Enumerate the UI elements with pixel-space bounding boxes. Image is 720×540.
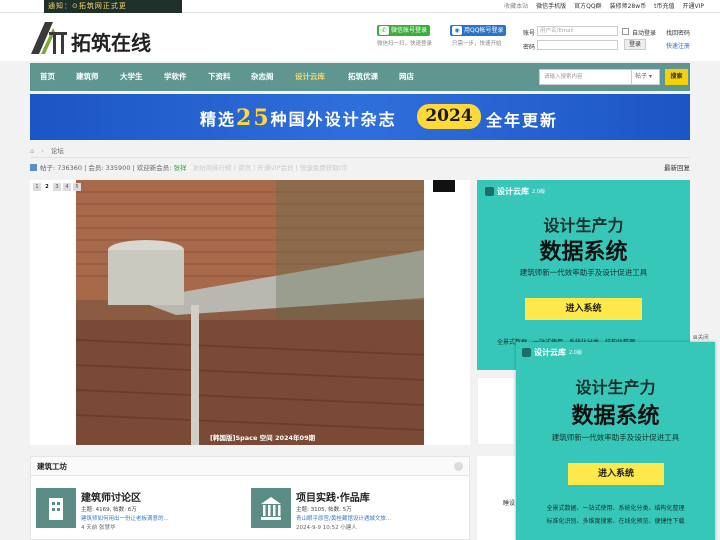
banner-year: 2024 (417, 104, 481, 129)
slide-caption[interactable]: [韩国版]Space 空间 2024年09期 (210, 432, 315, 442)
ad-headline: 设计生产力 (543, 216, 624, 235)
forum-stats: 帖子: 736360 | 会员: 335900 | 欢迎新会员: 张祥 发帖周排… (30, 162, 690, 175)
banner-mid: 种国外设计杂志 (270, 110, 397, 129)
site-logo-text[interactable]: 拓筑在线 (71, 27, 151, 56)
nav-student[interactable]: 大学生 (120, 63, 143, 91)
link-qq-group[interactable]: 官方QQ群 (574, 0, 601, 13)
ad-headline: 设计生产力 (575, 378, 656, 397)
page-dot[interactable]: 4 (63, 183, 71, 191)
link-recharge[interactable]: t币充值 (654, 0, 674, 13)
register-link[interactable]: 快速注册 (666, 41, 690, 50)
breadcrumb-current[interactable]: 论坛 (51, 147, 64, 155)
nav-downloads[interactable]: 下资料 (208, 63, 231, 91)
page-dot[interactable]: 5 (73, 183, 81, 191)
temple-icon[interactable] (251, 488, 291, 528)
ad-enter-button[interactable]: 进入系统 (568, 463, 664, 485)
stats-text: 帖子: 736360 | 会员: 335900 | 欢迎新会员: (40, 164, 174, 172)
board-last-post: 4 天前 张慧华 (81, 525, 116, 531)
search-scope-select[interactable]: 帖子 ▾ (631, 70, 659, 84)
wechat-icon: ✆ (379, 26, 389, 35)
page-dot-active[interactable]: 2 (43, 183, 51, 191)
ad-subheadline: 数据系统 (571, 403, 660, 429)
ad-tagline: 建筑师新一代效率助手及设计促进工具 (551, 433, 680, 442)
account-label: 账号 (523, 30, 536, 37)
password-label: 密码 (523, 44, 536, 51)
auto-login-label: 自动登录 (632, 30, 657, 37)
ad-brand: 设计云库 (534, 348, 566, 357)
nav-architect[interactable]: 建筑师 (76, 63, 99, 91)
slide-corner-mark (433, 180, 455, 192)
auto-login-checkbox[interactable] (622, 28, 629, 35)
board-title[interactable]: 建筑师讨论区 (81, 489, 141, 504)
building-icon[interactable] (36, 488, 76, 528)
link-vip[interactable]: 开通VIP (683, 0, 705, 13)
banner-number: 25 (236, 105, 271, 131)
chevron-down-icon: ▾ (648, 73, 652, 80)
home-icon[interactable]: ⌂ (30, 147, 34, 155)
link-coins[interactable]: 装修师28w币 (610, 0, 647, 13)
ad-version: 2.0版 (569, 350, 582, 356)
banner-tail: 全年更新 (486, 111, 559, 130)
sidebar-label: 睡设 (503, 500, 516, 507)
find-password-link[interactable]: 找回密码 (666, 28, 690, 37)
featured-slideshow[interactable]: 1 2 3 4 5 [韩国版]Space 空间 2024年09期 (30, 180, 470, 445)
page-dot[interactable]: 3 (53, 183, 61, 191)
wechat-login-hint: 微信扫一扫，快速登录 (377, 41, 433, 47)
nav-courses[interactable]: 拓筑优课 (348, 63, 378, 91)
promo-banner[interactable]: 精选25种国外设计杂志 2024 全年更新 (30, 94, 690, 140)
sidebar-placeholder (477, 377, 515, 445)
nav-magazines[interactable]: 杂志阁 (251, 63, 274, 91)
stats-chart-icon (30, 164, 37, 171)
slideshow-pager: 1 2 3 4 5 (33, 183, 81, 191)
board-last-thread[interactable]: 建筑师如何用出一份让老板满意的... (81, 514, 169, 522)
wechat-login-button[interactable]: ✆ 微信账号登录 (377, 25, 431, 36)
breadcrumb-sep: › (41, 147, 44, 155)
password-input[interactable] (537, 40, 618, 50)
qq-icon: ◉ (452, 26, 462, 35)
board-meta: 主题: 4169, 帖数: 6万 (81, 507, 137, 513)
ad-subheadline: 数据系统 (539, 239, 628, 265)
forum-section-title: 建筑工坊 (31, 457, 469, 476)
qq-login-hint: 只需一步，快速开始 (452, 41, 502, 47)
collapse-toggle-icon[interactable] (454, 462, 463, 471)
nav-home[interactable]: 首页 (40, 63, 55, 91)
forum-section: 建筑工坊 建筑师讨论区 主题: 4169, 帖数: 6万 建筑师如何用出一份让老… (30, 456, 470, 540)
latest-replies-link[interactable]: 最新回复 (664, 162, 690, 175)
link-bookmark[interactable]: 收藏本站 (504, 0, 528, 13)
qq-login-button[interactable]: ◉ 用QQ帐号登录 (450, 25, 507, 36)
link-mobile[interactable]: 微信手机版 (536, 0, 566, 13)
ad-features-line1: 全景式数据、一站式使用、系统化分类、结构化整理 (546, 505, 685, 512)
board-last-thread[interactable]: 青山眼平原宫/黄桂藏馆设计遇城文旅... (296, 514, 391, 522)
top-links: 收藏本站 微信手机版 官方QQ群 装修师28w币 t币充值 开通VIP (504, 0, 704, 13)
floating-ad-popup[interactable]: 设计云库 2.0版 设计生产力 数据系统 建筑师新一代效率助手及设计促进工具 进… (516, 342, 715, 540)
slide-image (76, 180, 424, 445)
banner-pre: 精选 (200, 110, 237, 129)
ad-features-line2: 标准化识别、多维度搜索、在线化预览、便捷性下载 (546, 518, 685, 525)
ad-brand: 设计云库 (497, 187, 529, 196)
nav-shop[interactable]: 网店 (399, 63, 414, 91)
board-title[interactable]: 项目实践·作品库 (296, 489, 370, 504)
account-input[interactable]: 用户名/Email (537, 26, 618, 36)
breadcrumb: ⌂ › 论坛 (30, 145, 690, 158)
page-dot[interactable]: 1 (33, 183, 41, 191)
login-button[interactable]: 登录 (624, 39, 647, 50)
logo-icon[interactable] (31, 22, 67, 54)
new-member-link[interactable]: 张祥 (174, 164, 187, 172)
ad-tagline: 建筑师新一代效率助手及设计促进工具 (519, 268, 648, 277)
notice-ticker[interactable]: 通知：⊙拓筑网正式更 (44, 0, 182, 13)
nav-software[interactable]: 学软件 (164, 63, 187, 91)
board-meta: 主题: 3105, 帖数: 5万 (296, 507, 352, 513)
ad-close-button[interactable]: ⊠关闭 (693, 333, 709, 341)
cloud-logo-icon (522, 348, 531, 357)
nav-design-cloud[interactable]: 设计云库 (295, 63, 325, 91)
board-last-post: 2024-9-9 10:52 小建人 (296, 525, 357, 531)
ad-version: 2.0版 (532, 189, 545, 195)
ad-enter-button[interactable]: 进入系统 (525, 298, 642, 320)
cloud-logo-icon (485, 187, 494, 196)
search-button[interactable]: 搜索 (665, 69, 688, 85)
stats-faded-links: 发帖周排行榜 | 资讯 | 开通VIP会员 | 快速免费获取t币 (192, 164, 348, 172)
